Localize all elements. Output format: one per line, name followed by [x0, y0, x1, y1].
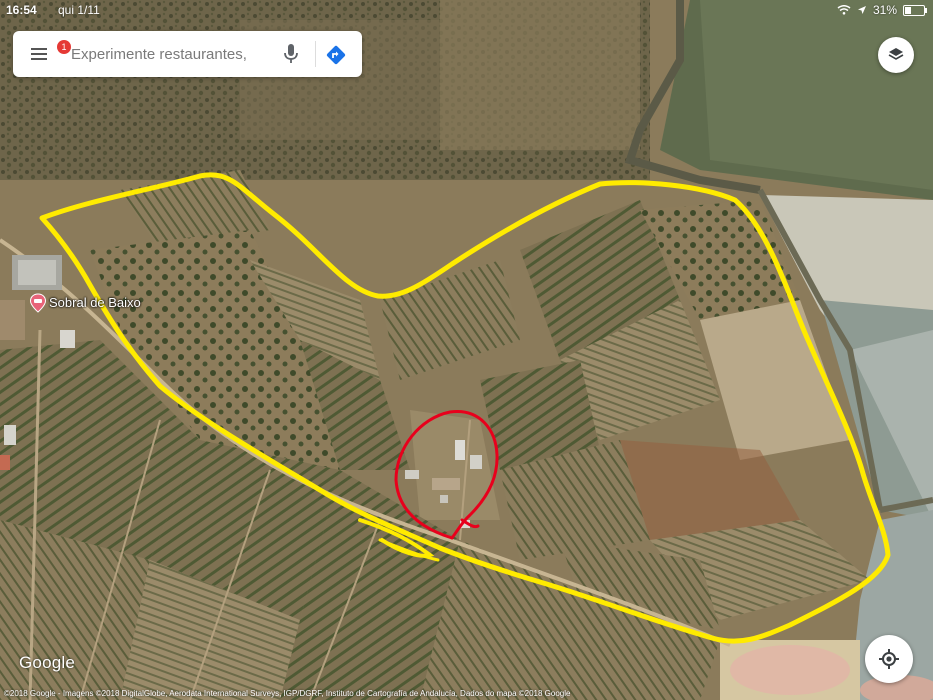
- search-bar[interactable]: 1: [13, 31, 362, 77]
- status-right: 31%: [837, 3, 927, 17]
- place-label[interactable]: Sobral de Baixo: [49, 295, 141, 310]
- status-date: qui 1/11: [58, 3, 100, 17]
- layers-icon: [888, 48, 904, 60]
- lodging-pin-icon[interactable]: [29, 293, 47, 313]
- menu-icon[interactable]: 1: [31, 40, 71, 62]
- battery-fill: [905, 6, 911, 14]
- directions-icon[interactable]: [325, 44, 347, 66]
- layers-button[interactable]: [878, 37, 914, 73]
- status-bar: 16:54 qui 1/11 31%: [0, 0, 933, 20]
- mic-icon[interactable]: [281, 43, 301, 65]
- map-attribution[interactable]: ©2018 Google - Imagens ©2018 DigitalGlob…: [4, 689, 570, 698]
- my-location-button[interactable]: [865, 635, 913, 683]
- search-input[interactable]: [71, 42, 251, 66]
- satellite-map[interactable]: [0, 0, 933, 700]
- my-location-icon: [879, 649, 899, 669]
- google-logo: Google: [19, 653, 76, 672]
- location-arrow-icon: [857, 6, 866, 14]
- battery-icon: [903, 4, 927, 16]
- wifi-icon: [837, 5, 851, 15]
- search-divider: [315, 41, 316, 67]
- battery-percent: 31%: [872, 3, 897, 17]
- notification-badge: 1: [57, 40, 71, 54]
- status-time: 16:54: [6, 3, 37, 17]
